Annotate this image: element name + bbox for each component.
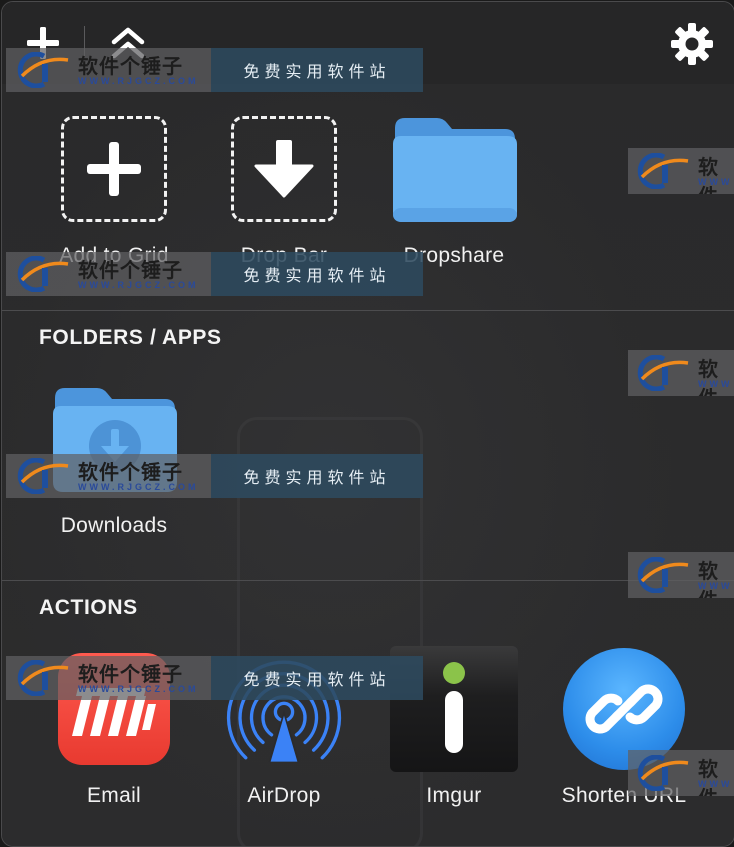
actions-section-title: ACTIONS bbox=[39, 596, 138, 619]
drop-bar-label: Drop Bar bbox=[240, 244, 328, 267]
downloads-label: Downloads bbox=[60, 514, 168, 537]
actions-divider bbox=[2, 580, 734, 581]
airdrop-icon bbox=[226, 660, 342, 762]
dropzone-panel: Add to Grid Drop Bar Dropshare FOLDERS /… bbox=[1, 1, 734, 847]
header-bar bbox=[2, 2, 734, 84]
folder-icon bbox=[393, 118, 517, 222]
drop-bar-item[interactable]: Drop Bar bbox=[204, 108, 364, 278]
header-divider bbox=[84, 26, 85, 56]
add-to-grid-label: Add to Grid bbox=[59, 244, 169, 267]
folders-section-title: FOLDERS / APPS bbox=[39, 326, 222, 349]
imgur-label: Imgur bbox=[426, 784, 482, 807]
dropshare-label: Dropshare bbox=[403, 244, 505, 267]
airdrop-action-item[interactable]: AirDrop bbox=[204, 648, 364, 818]
dashed-down-arrow-icon bbox=[231, 116, 337, 222]
dropshare-item[interactable]: Dropshare bbox=[374, 108, 534, 278]
add-button[interactable] bbox=[24, 24, 62, 62]
imgur-action-item[interactable]: Imgur bbox=[374, 646, 534, 818]
airdrop-tile bbox=[219, 648, 349, 770]
add-to-grid-item[interactable]: Add to Grid bbox=[34, 108, 194, 278]
shorten-url-label: Shorten URL bbox=[561, 784, 687, 807]
link-icon bbox=[563, 648, 685, 770]
email-tile bbox=[49, 648, 179, 770]
add-to-grid-tile bbox=[49, 108, 179, 230]
shorten-url-tile bbox=[559, 648, 689, 770]
folders-divider bbox=[2, 310, 734, 311]
airdrop-label: AirDrop bbox=[247, 784, 321, 807]
downloads-item[interactable]: Downloads bbox=[34, 378, 194, 548]
double-chevron-up-icon bbox=[111, 27, 145, 59]
email-label: Email bbox=[86, 784, 141, 807]
drop-bar-tile bbox=[219, 108, 349, 230]
settings-button[interactable] bbox=[666, 18, 718, 70]
downloads-tile bbox=[49, 378, 179, 500]
collapse-button[interactable] bbox=[106, 22, 150, 62]
plus-icon bbox=[27, 27, 59, 59]
shorten-url-action-item[interactable]: Shorten URL bbox=[544, 648, 704, 818]
imgur-tile bbox=[389, 646, 519, 772]
imgur-icon bbox=[390, 646, 518, 772]
email-action-item[interactable]: Email bbox=[34, 648, 194, 818]
dashed-plus-icon bbox=[61, 116, 167, 222]
dropshare-tile bbox=[389, 108, 519, 230]
downloads-folder-icon bbox=[53, 388, 177, 492]
email-app-icon bbox=[58, 653, 170, 765]
gear-icon bbox=[671, 23, 713, 65]
